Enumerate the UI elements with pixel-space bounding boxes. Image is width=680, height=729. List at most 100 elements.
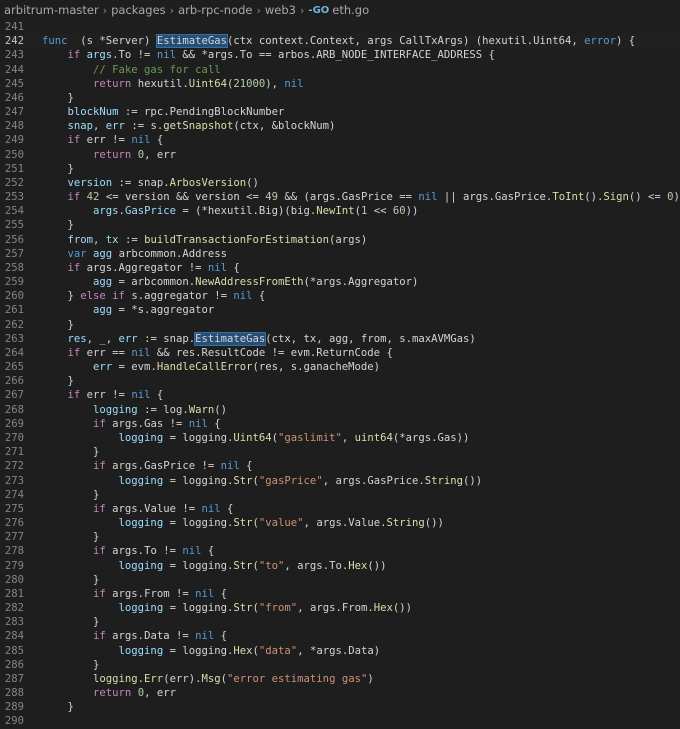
line-number: 241 [4,21,24,33]
code-line[interactable]: 277 } [0,530,680,544]
line-number: 280 [4,573,24,586]
code-line[interactable]: 264 if err == nil && res.ResultCode != e… [0,346,680,360]
go-file-icon: -GO [308,4,330,16]
line-number: 288 [4,687,24,700]
code-line[interactable]: 248 snap, err := s.getSnapshot(ctx, &blo… [0,119,680,133]
code-line[interactable]: 254 args.GasPrice = (*hexutil.Big)(big.N… [0,204,680,218]
line-number: 253 [4,191,24,204]
code-line[interactable]: 280 } [0,573,680,587]
code-line[interactable]: 246 } [0,91,680,105]
code-text: logging := log.Warn() [93,403,227,416]
code-editor[interactable]: 241 242 func (s *Server) EstimateGas(ctx c… [0,20,680,729]
code-line[interactable]: 261 agg = *s.aggregator [0,303,680,317]
code-line[interactable]: 272 if args.GasPrice != nil { [0,459,680,473]
line-number: 278 [4,545,24,558]
code-line[interactable]: 275 if args.Value != nil { [0,502,680,516]
code-text: if args.To != nil { [93,545,215,558]
line-number: 251 [4,162,24,175]
code-line[interactable]: 286 } [0,658,680,672]
code-line[interactable]: 288 return 0, err [0,686,680,700]
code-line[interactable]: 257 var agg arbcommon.Address [0,247,680,261]
code-line[interactable]: 253 if 42 <= version && version <= 49 &&… [0,190,680,204]
code-line[interactable]: 269 if args.Gas != nil { [0,417,680,431]
code-text: var agg arbcommon.Address [67,247,227,260]
code-text: if args.From != nil { [93,587,227,600]
code-line[interactable]: 265 err = evm.HandleCallError(res, s.gan… [0,360,680,374]
line-number: 284 [4,630,24,643]
line-number: 266 [4,375,24,388]
code-line[interactable]: 256 from, tx := buildTransactionForEstim… [0,233,680,247]
code-line[interactable]: 285 logging = logging.Hex("data", *args.… [0,644,680,658]
breadcrumb-item[interactable]: packages [111,3,166,17]
code-line[interactable]: 244 // Fake gas for call [0,63,680,77]
code-line[interactable]: 278 if args.To != nil { [0,544,680,558]
chevron-right-icon: › [169,3,175,17]
code-line[interactable]: 283 } [0,615,680,629]
line-number: 243 [4,49,24,62]
code-line[interactable]: 251 } [0,162,680,176]
code-text: if args.Value != nil { [93,502,234,515]
line-number: 250 [4,148,24,161]
code-line[interactable]: 249 if err != nil { [0,133,680,147]
code-text: if args.Data != nil { [93,630,227,643]
line-number: 289 [4,701,24,714]
code-line[interactable]: 282 logging = logging.Str("from", args.F… [0,601,680,615]
code-line[interactable]: 245 return hexutil.Uint64(21000), nil [0,77,680,91]
line-number: 285 [4,644,24,657]
code-line[interactable]: 255 } [0,218,680,232]
line-number: 283 [4,616,24,629]
code-text: } [42,162,74,175]
breadcrumb-file[interactable]: eth.go [332,3,369,17]
code-line[interactable]: 267 if err != nil { [0,388,680,402]
line-number: 261 [4,304,24,317]
line-number: 246 [4,91,24,104]
code-text: return 0, err [93,687,176,700]
chevron-right-icon: › [102,3,108,17]
line-number: 276 [4,517,24,530]
breadcrumb: arbitrum-master › packages › arb-rpc-nod… [0,0,680,20]
code-line[interactable]: 284 if args.Data != nil { [0,629,680,643]
line-number: 255 [4,219,24,232]
code-line[interactable]: 250 return 0, err [0,148,680,162]
code-line[interactable]: 243 if args.To != nil && *args.To == arb… [0,48,680,62]
code-line[interactable]: 241 [0,20,680,34]
breadcrumb-item[interactable]: arbitrum-master [4,3,99,17]
code-line[interactable]: 273 logging = logging.Str("gasPrice", ar… [0,474,680,488]
code-text: logging = logging.Str("to", args.To.Hex(… [118,559,387,572]
code-line[interactable]: 287 logging.Err(err).Msg("error estimati… [0,672,680,686]
code-line[interactable]: 242 func (s *Server) EstimateGas(ctx cont… [0,34,680,49]
code-line[interactable]: 259 agg = arbcommon.NewAddressFromEth(*a… [0,275,680,289]
line-number: 282 [4,602,24,615]
breadcrumb-item[interactable]: arb-rpc-node [178,3,252,17]
line-number: 254 [4,205,24,218]
line-number: 257 [4,247,24,260]
code-line[interactable]: 258 if args.Aggregator != nil { [0,261,680,275]
breadcrumb-item[interactable]: web3 [265,3,296,17]
code-line[interactable]: 290 [0,714,680,728]
code-line[interactable]: 247 blockNum := rpc.PendingBlockNumber [0,105,680,119]
code-line[interactable]: 266 } [0,374,680,388]
line-number: 262 [4,318,24,331]
code-text: from, tx := buildTransactionForEstimatio… [67,233,368,246]
code-line[interactable]: 262 } [0,318,680,332]
code-line[interactable]: 289 } [0,700,680,714]
code-line[interactable]: 281 if args.From != nil { [0,587,680,601]
code-line[interactable]: 271 } [0,445,680,459]
line-number: 256 [4,233,24,246]
line-number: 267 [4,389,24,402]
code-line[interactable]: 270 logging = logging.Uint64("gaslimit",… [0,431,680,445]
line-number: 242 [4,35,24,48]
code-text: version := snap.ArbosVersion() [67,176,259,189]
code-line[interactable]: 279 logging = logging.Str("to", args.To.… [0,559,680,573]
line-number: 264 [4,346,24,359]
code-line[interactable]: 276 logging = logging.Str("value", args.… [0,516,680,530]
line-number: 275 [4,502,24,515]
code-line[interactable]: 252 version := snap.ArbosVersion() [0,176,680,190]
code-line[interactable]: 260 } else if s.aggregator != nil { [0,289,680,303]
code-line[interactable]: 268 logging := log.Warn() [0,403,680,417]
code-text: } [42,616,100,629]
code-line[interactable]: 263 res, _, err := snap.EstimateGas(ctx,… [0,331,680,346]
code-line[interactable]: 274 } [0,488,680,502]
line-number: 268 [4,403,24,416]
line-number: 252 [4,176,24,189]
